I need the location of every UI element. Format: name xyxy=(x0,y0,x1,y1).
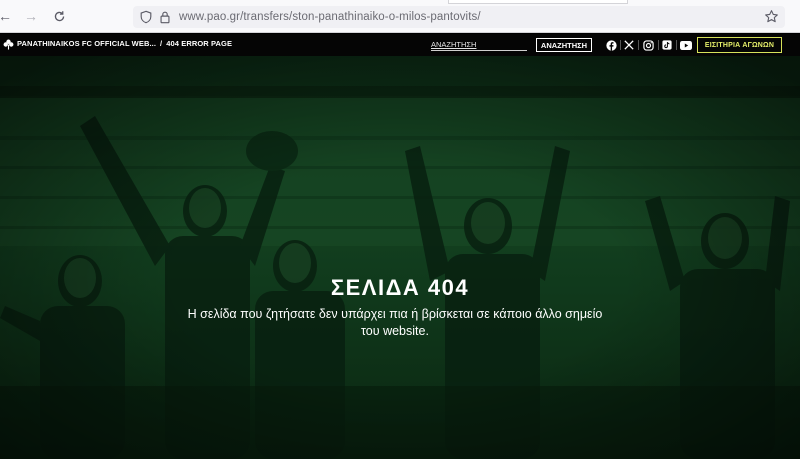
url-path: /transfers/ston-panathinaiko-o-milos-pan… xyxy=(240,11,481,23)
reload-icon[interactable] xyxy=(48,5,70,27)
social-divider xyxy=(620,40,621,50)
x-icon[interactable] xyxy=(622,38,636,52)
match-tickets-button[interactable]: ΕΙΣΙΤΗΡΙΑ ΑΓΩΝΩΝ xyxy=(697,37,782,53)
team-photo-background xyxy=(0,56,800,459)
site-header: PANATHINAIKOS FC OFFICIAL WEB... /404 ERR… xyxy=(0,34,800,56)
tiktok-icon[interactable] xyxy=(660,38,674,52)
breadcrumb-separator: / xyxy=(160,39,163,48)
social-divider xyxy=(638,40,639,50)
url-host: www.pao.gr xyxy=(179,11,241,23)
clover-logo-icon[interactable] xyxy=(3,39,14,50)
youtube-icon[interactable] xyxy=(679,38,693,52)
tab-strip-edge xyxy=(448,0,628,4)
breadcrumb: PANATHINAIKOS FC OFFICIAL WEB... /404 ERR… xyxy=(17,39,232,48)
facebook-icon[interactable] xyxy=(604,38,618,52)
search-button[interactable]: ΑΝΑΖΗΤΗΣΗ xyxy=(536,38,592,52)
instagram-icon[interactable] xyxy=(641,38,655,52)
url-text[interactable]: www.pao.gr/transfers/ston-panathinaiko-o… xyxy=(179,11,481,23)
address-bar[interactable]: www.pao.gr/transfers/ston-panathinaiko-o… xyxy=(133,6,785,28)
error-title: ΣΕΛΙΔΑ 404 xyxy=(330,275,470,300)
back-arrow-icon[interactable]: ← xyxy=(0,5,16,27)
search-input[interactable] xyxy=(431,38,527,51)
breadcrumb-current: 404 ERROR PAGE xyxy=(166,39,233,48)
lock-icon[interactable] xyxy=(159,10,171,24)
social-divider xyxy=(658,40,659,50)
social-divider xyxy=(676,40,677,50)
forward-arrow-icon[interactable]: → xyxy=(20,5,42,27)
hero-section: ΣΕΛΙΔΑ 404 Η σελίδα που ζητήσατε δεν υπά… xyxy=(0,56,800,459)
bookmark-star-icon[interactable] xyxy=(764,9,779,24)
breadcrumb-home-link[interactable]: PANATHINAIKOS FC OFFICIAL WEB... xyxy=(17,39,156,48)
error-message: Η σελίδα που ζητήσατε δεν υπάρχει πια ή … xyxy=(187,307,603,338)
tracking-shield-icon[interactable] xyxy=(139,10,153,24)
browser-toolbar: ← → www.pao.gr/transfers/ston-panathinai… xyxy=(0,0,800,33)
